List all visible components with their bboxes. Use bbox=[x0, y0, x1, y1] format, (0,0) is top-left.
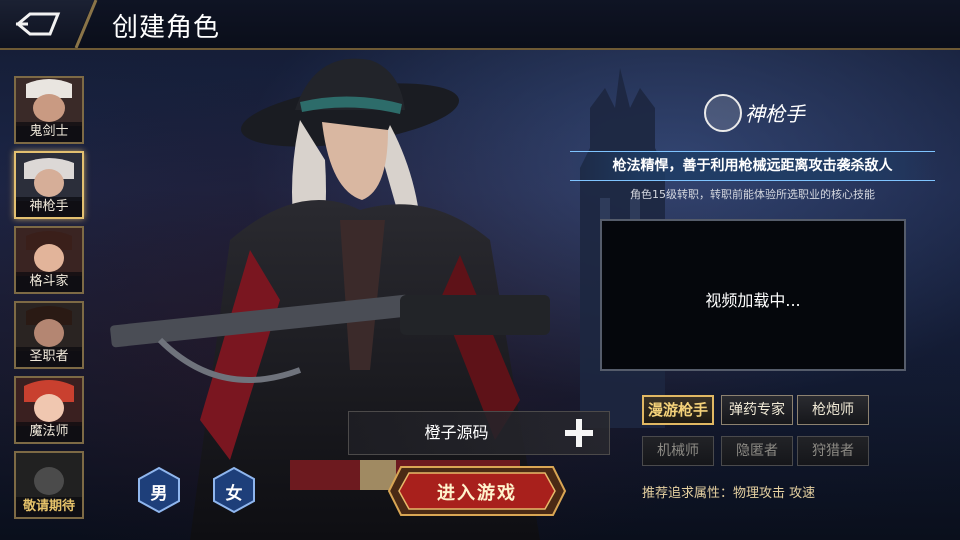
name-input-box: 橙子源码 bbox=[348, 411, 610, 455]
random-name-plus-icon[interactable] bbox=[563, 417, 595, 449]
class-item-mage[interactable]: 魔法师 bbox=[14, 376, 84, 444]
gender-male-label: 男 bbox=[150, 484, 168, 504]
locked-portrait bbox=[16, 453, 82, 501]
gender-female-button[interactable]: 女 bbox=[212, 466, 256, 514]
subclass-ranger-button[interactable]: 漫游枪手 bbox=[642, 395, 714, 425]
video-status: 视频加载中... bbox=[705, 291, 801, 310]
class-label: 格斗家 bbox=[16, 272, 82, 292]
class-description: 枪法精悍，善于利用枪械远距离攻击袭杀敌人 bbox=[612, 158, 893, 174]
enter-game-label: 进入游戏 bbox=[437, 483, 517, 504]
header-divider bbox=[74, 0, 98, 48]
subclass-hunter-button[interactable]: 狩猎者 bbox=[797, 436, 869, 466]
priest-portrait bbox=[16, 303, 82, 351]
class-label: 敬请期待 bbox=[16, 497, 82, 517]
class-label: 鬼剑士 bbox=[16, 122, 82, 142]
subclass-hider-button[interactable]: 隐匿者 bbox=[721, 436, 793, 466]
class-label: 神枪手 bbox=[16, 197, 82, 217]
subclass-launcher-button[interactable]: 枪炮师 bbox=[797, 395, 869, 425]
class-item-priest[interactable]: 圣职者 bbox=[14, 301, 84, 369]
class-item-gunner[interactable]: 神枪手 bbox=[14, 151, 84, 219]
class-item-fighter[interactable]: 格斗家 bbox=[14, 226, 84, 294]
subclass-spitfire-button[interactable]: 弹药专家 bbox=[721, 395, 793, 425]
fighter-portrait bbox=[16, 228, 82, 276]
gender-male-button[interactable]: 男 bbox=[137, 466, 181, 514]
class-note: 角色15级转职，转职前能体验所选职业的核心技能 bbox=[630, 188, 875, 201]
create-character-screen: 创建角色 鬼剑士 神枪手 格斗家 圣职者 魔法师 敬请期待 神枪手 枪法精悍，善… bbox=[0, 0, 960, 540]
gender-female-label: 女 bbox=[225, 484, 243, 504]
class-emblem-icon bbox=[704, 94, 742, 132]
class-name-logo: 神枪手 bbox=[745, 102, 805, 126]
back-arrow-icon bbox=[15, 12, 61, 36]
page-title: 创建角色 bbox=[112, 13, 221, 43]
top-bar: 创建角色 bbox=[0, 0, 960, 50]
class-item-coming-soon[interactable]: 敬请期待 bbox=[14, 451, 84, 519]
slayer-portrait bbox=[16, 78, 82, 126]
class-label: 魔法师 bbox=[16, 422, 82, 442]
class-label: 圣职者 bbox=[16, 347, 82, 367]
class-list: 鬼剑士 神枪手 格斗家 圣职者 魔法师 敬请期待 bbox=[14, 76, 86, 526]
recommended-attributes: 推荐追求属性：物理攻击 攻速 bbox=[642, 486, 816, 501]
skill-video-player[interactable]: 视频加载中... bbox=[600, 219, 906, 371]
subclass-mechanic-button[interactable]: 机械师 bbox=[642, 436, 714, 466]
character-name-input[interactable]: 橙子源码 bbox=[349, 412, 564, 454]
class-item-slayer[interactable]: 鬼剑士 bbox=[14, 76, 84, 144]
enter-game-button[interactable]: 进入游戏 bbox=[387, 463, 567, 519]
gunner-portrait bbox=[16, 153, 82, 201]
mage-portrait bbox=[16, 378, 82, 426]
